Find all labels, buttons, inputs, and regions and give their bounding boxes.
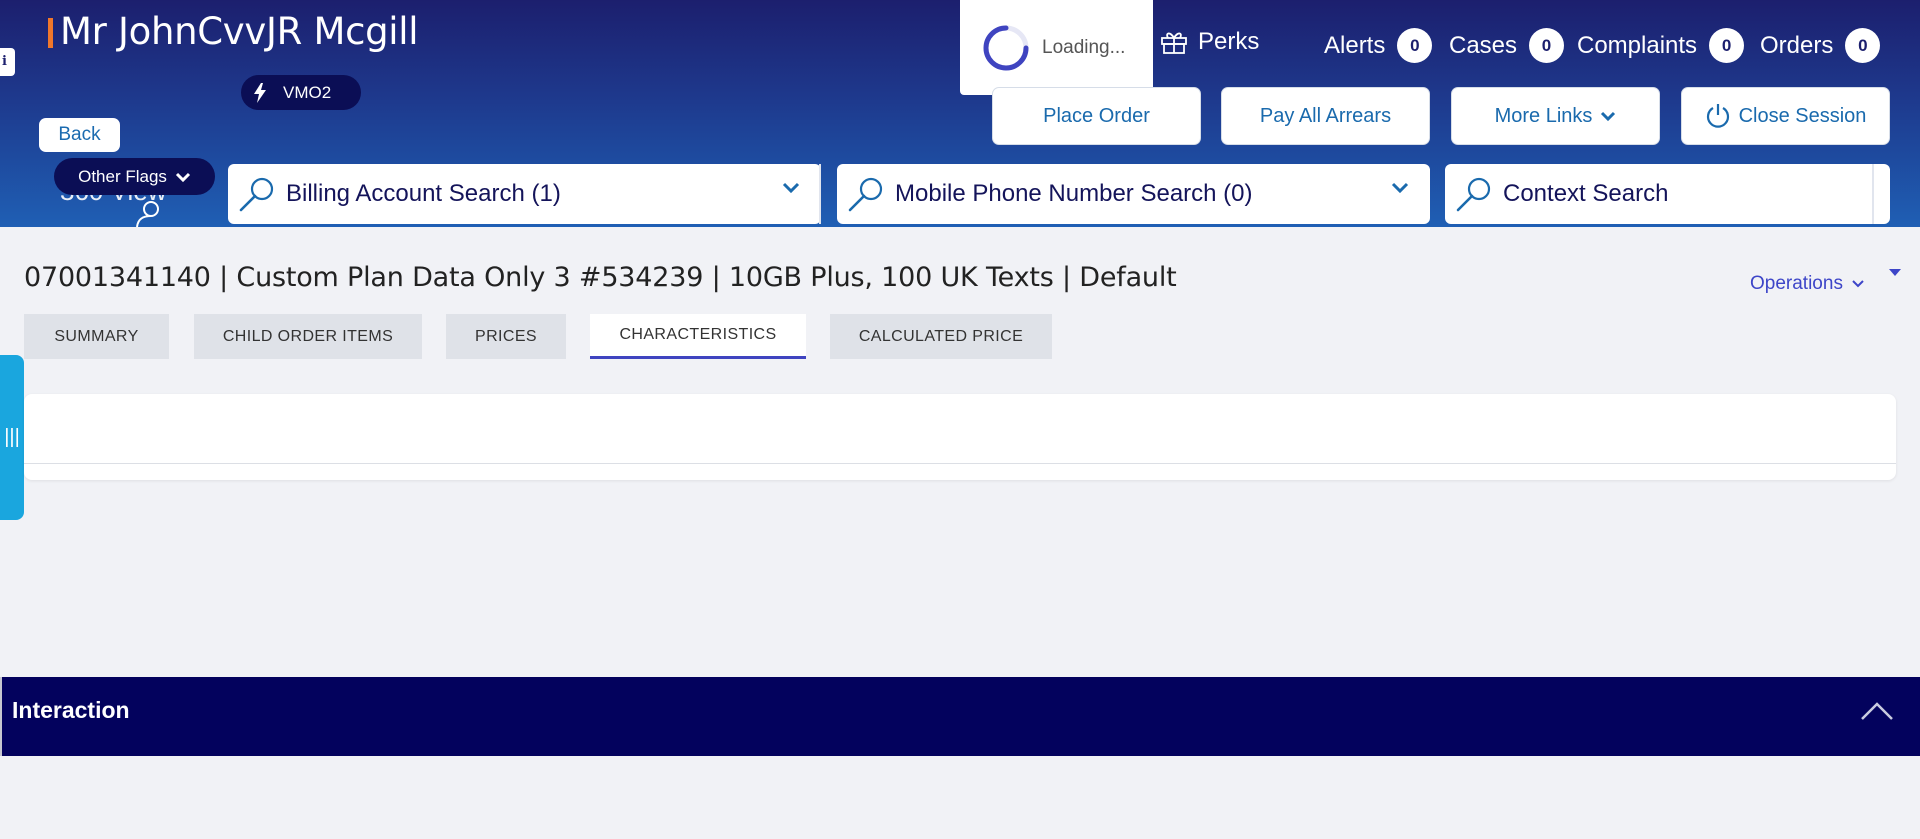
place-order-label: Place Order [1043,104,1150,127]
loading-indicator: Loading... [960,0,1153,95]
mobile-phone-number-search[interactable]: Mobile Phone Number Search (0) [837,164,1430,224]
back-button[interactable]: Back [39,118,120,152]
billing-account-search[interactable]: Billing Account Search (1) [228,164,821,224]
panel-divider [24,463,1896,464]
interaction-panel-header[interactable]: Interaction [0,677,1920,756]
chevron-down-icon [1601,111,1616,122]
bolt-icon [254,82,266,103]
orders-label: Orders [1760,31,1834,59]
cases-count-badge: 0 [1529,28,1565,63]
orders-counter[interactable]: Orders 0 [1760,28,1881,63]
brand-badge: VMO2 [241,75,361,110]
alerts-label: Alerts [1324,31,1386,59]
tab-summary-label: SUMMARY [54,327,139,345]
search-divider [819,164,821,224]
perks-link[interactable]: Perks [1160,28,1259,56]
more-links-label: More Links [1494,104,1593,127]
alerts-count-badge: 0 [1397,28,1433,63]
search-icon [1456,177,1491,212]
side-panel-grip-icon: ||| [4,426,20,448]
search-divider [1872,164,1874,224]
chevron-down-icon [175,172,190,182]
characteristics-panel [24,394,1896,480]
pay-all-arrears-label: Pay All Arrears [1259,104,1392,127]
spinner-icon [983,25,1029,70]
tab-calculated-price-label: CALCULATED PRICE [858,327,1024,345]
perks-label: Perks [1198,28,1260,55]
brand-badge-label: VMO2 [283,82,332,102]
operations-label: Operations [1750,273,1843,294]
complaints-label: Complaints [1577,31,1698,59]
context-search[interactable]: Context Search [1445,164,1890,224]
tab-characteristics-label: CHARACTERISTICS [619,326,777,343]
power-icon [1706,104,1729,128]
close-session-label: Close Session [1738,104,1867,127]
side-panel-toggle[interactable]: ||| [0,355,24,520]
context-search-label: Context Search [1503,180,1669,207]
complaints-counter[interactable]: Complaints 0 [1577,28,1745,63]
caret-down-icon[interactable] [1888,268,1902,278]
page-title: 07001341140 | Custom Plan Data Only 3 #5… [24,262,1177,293]
tab-child-order-items-label: CHILD ORDER ITEMS [222,327,394,345]
close-session-button[interactable]: Close Session [1681,87,1890,145]
gift-icon [1161,32,1187,54]
tab-child-order-items[interactable]: CHILD ORDER ITEMS [194,314,422,359]
chevron-up-icon[interactable] [1859,700,1895,722]
place-order-button[interactable]: Place Order [992,87,1201,145]
billing-account-search-label: Billing Account Search (1) [286,180,561,207]
complaints-count-badge: 0 [1709,28,1745,63]
tab-prices[interactable]: PRICES [446,314,566,359]
chevron-down-icon [1852,280,1864,288]
customer-name: Mr JohnCvvJR Mcgill [60,10,419,53]
loading-text: Loading... [1042,36,1126,58]
tab-characteristics[interactable]: CHARACTERISTICS [590,314,806,359]
more-links-button[interactable]: More Links [1451,87,1660,145]
other-flags-label: Other Flags [78,166,167,186]
person-icon [136,201,159,227]
alerts-counter[interactable]: Alerts 0 [1324,28,1433,63]
operations-dropdown[interactable]: Operations [1750,273,1865,295]
tab-calculated-price[interactable]: CALCULATED PRICE [830,314,1052,359]
cases-label: Cases [1449,31,1518,59]
info-tab[interactable]: i [0,48,15,76]
customer-name-marker [48,18,53,48]
orders-count-badge: 0 [1845,28,1881,63]
tab-summary[interactable]: SUMMARY [24,314,169,359]
search-icon [239,177,274,212]
search-icon [848,177,883,212]
cases-counter[interactable]: Cases 0 [1449,28,1565,63]
chevron-down-icon[interactable] [781,181,801,195]
mobile-phone-number-search-label: Mobile Phone Number Search (0) [895,180,1253,207]
pay-all-arrears-button[interactable]: Pay All Arrears [1221,87,1430,145]
chevron-down-icon[interactable] [1390,181,1410,195]
header-bar: i Mr JohnCvvJR Mcgill VMO2 Back 360 View… [0,0,1920,227]
other-flags-dropdown[interactable]: Other Flags [54,158,215,195]
interaction-title: Interaction [12,697,130,723]
tab-prices-label: PRICES [475,327,537,345]
